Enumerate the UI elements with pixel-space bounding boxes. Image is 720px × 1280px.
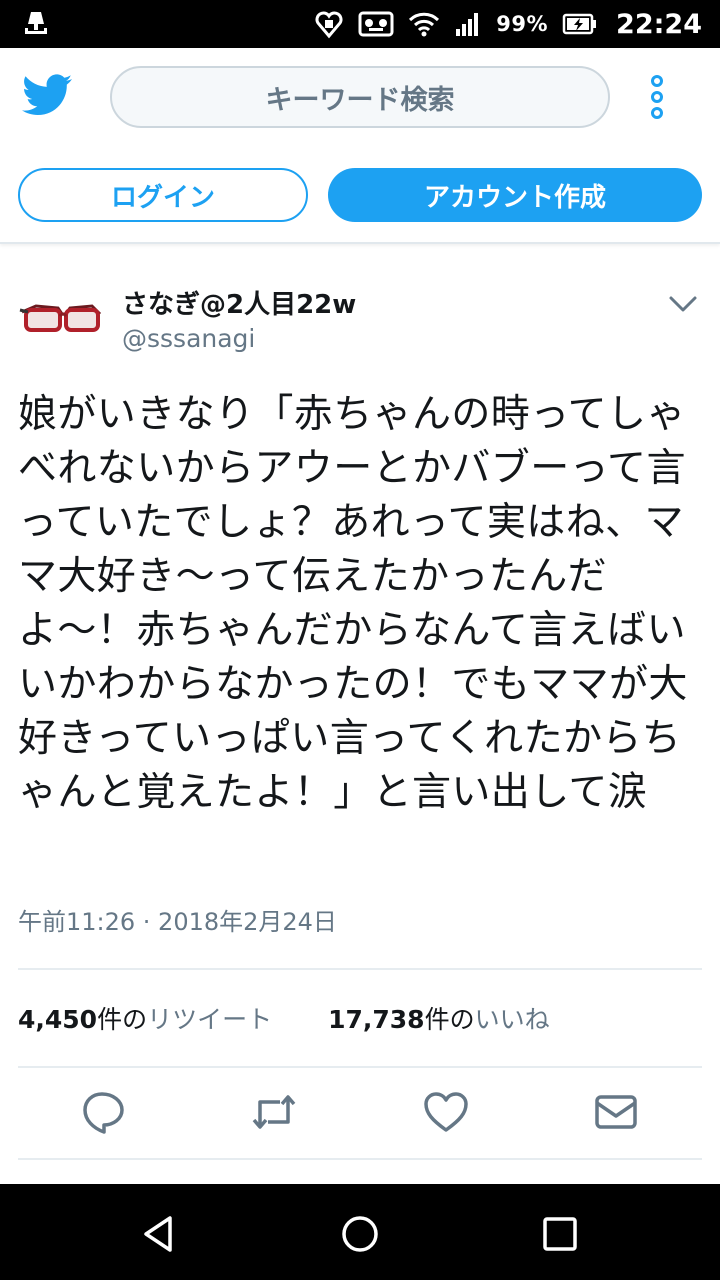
display-name[interactable]: さなぎ@2人目22w bbox=[122, 284, 356, 321]
login-button[interactable]: ログイン bbox=[18, 168, 308, 222]
like-count-label: いいね bbox=[474, 1005, 550, 1034]
top-header: キーワード検索 ログイン アカウント作成 bbox=[0, 48, 720, 244]
search-input[interactable]: キーワード検索 bbox=[110, 66, 610, 128]
vibrate-icon bbox=[315, 11, 343, 39]
like-count[interactable]: 17,738 件の いいね bbox=[328, 1000, 550, 1036]
wifi-icon bbox=[409, 12, 440, 37]
like-icon[interactable] bbox=[422, 1088, 470, 1136]
voicemail-icon bbox=[358, 11, 394, 37]
reply-icon[interactable] bbox=[80, 1088, 128, 1136]
retweet-count-unit: 件の bbox=[97, 1005, 148, 1034]
back-icon[interactable] bbox=[140, 1214, 180, 1254]
tweet-text: 娘がいきなり「赤ちゃんの時ってしゃべれないからアウーとかバブーって言っていたでし… bbox=[18, 392, 688, 815]
signal-icon bbox=[456, 13, 479, 36]
like-count-unit: 件の bbox=[424, 1005, 475, 1034]
tweet-actions bbox=[0, 1088, 720, 1136]
avatar[interactable] bbox=[18, 292, 102, 346]
tweet-timestamp[interactable]: 午前11:26 · 2018年2月24日 bbox=[18, 902, 337, 937]
signup-button[interactable]: アカウント作成 bbox=[328, 168, 702, 222]
retweet-count-label: リツイート bbox=[147, 1005, 273, 1034]
notification-icon bbox=[25, 12, 47, 34]
search-placeholder: キーワード検索 bbox=[265, 84, 455, 116]
direct-message-icon[interactable] bbox=[592, 1088, 640, 1136]
retweet-count[interactable]: 4,450 件の リツイート bbox=[18, 1000, 272, 1036]
home-icon[interactable] bbox=[340, 1214, 380, 1254]
divider bbox=[18, 1158, 702, 1160]
divider bbox=[18, 1066, 702, 1068]
battery-charging-icon bbox=[562, 13, 597, 35]
divider bbox=[18, 968, 702, 970]
user-handle[interactable]: @sssanagi bbox=[122, 324, 255, 353]
twitter-bird-icon[interactable] bbox=[22, 74, 72, 116]
navigation-bar bbox=[0, 1184, 720, 1280]
clock: 22:24 bbox=[616, 8, 702, 40]
retweet-icon[interactable] bbox=[250, 1088, 298, 1136]
like-count-value: 17,738 bbox=[328, 1005, 425, 1034]
recents-icon[interactable] bbox=[540, 1214, 580, 1254]
more-vertical-icon[interactable] bbox=[640, 72, 674, 122]
tweet-stats: 4,450 件の リツイート 17,738 件の いいね bbox=[18, 1000, 550, 1036]
status-bar: 99% 22:24 bbox=[0, 0, 720, 48]
retweet-count-value: 4,450 bbox=[18, 1005, 98, 1034]
battery-percent: 99% bbox=[496, 12, 549, 36]
chevron-down-icon[interactable] bbox=[668, 292, 698, 316]
